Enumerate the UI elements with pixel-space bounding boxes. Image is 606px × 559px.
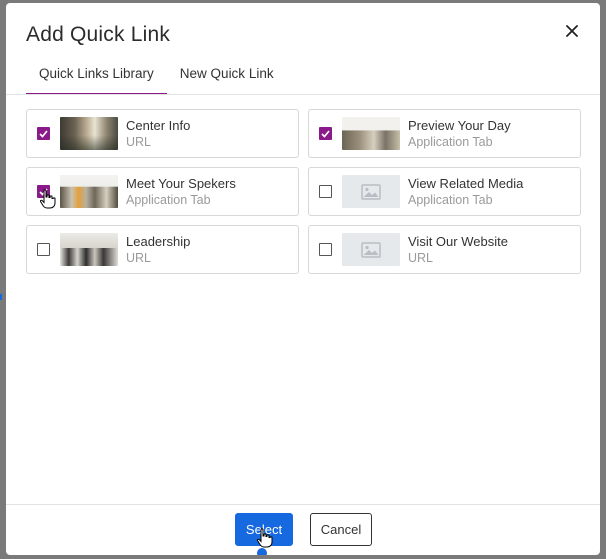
list-item-preview-your-day[interactable]: Preview Your Day Application Tab [308,109,581,158]
click-indicator [257,548,267,555]
item-text: Center Info URL [126,118,190,150]
item-subtitle: Application Tab [126,192,211,207]
list-item-meet-your-spekers[interactable]: Meet Your Spekers Application Tab [26,167,299,216]
thumbnail-placeholder [342,175,400,208]
item-text: View Related Media Application Tab [408,176,523,208]
checkbox-meet-your-spekers[interactable] [37,185,50,198]
checkbox-view-related-media[interactable] [319,185,332,198]
item-text: Meet Your Spekers Application Tab [126,176,236,208]
checkmark-icon [39,129,48,138]
item-subtitle: Application Tab [408,192,493,207]
item-subtitle: URL [126,134,152,149]
thumbnail-image [60,233,118,266]
quick-links-grid: Center Info URL Preview Your Day Applica… [26,109,582,274]
item-title: Leadership [126,233,191,249]
list-item-leadership[interactable]: Leadership URL [26,225,299,274]
checkmark-icon [321,129,330,138]
add-quick-link-dialog: Add Quick Link Quick Links Library New Q… [6,3,600,555]
thumbnail-image [60,175,118,208]
cancel-button[interactable]: Cancel [310,513,372,546]
checkbox-leadership[interactable] [37,243,50,256]
page-edge-marker [0,294,2,300]
select-button[interactable]: Select [235,513,293,546]
checkbox-preview-your-day[interactable] [319,127,332,140]
tabs-divider [6,94,600,95]
item-title: Preview Your Day [408,117,511,133]
list-item-center-info[interactable]: Center Info URL [26,109,299,158]
image-placeholder-icon [361,183,381,200]
item-text: Preview Your Day Application Tab [408,118,511,150]
thumbnail-placeholder [342,233,400,266]
footer-divider [6,504,600,505]
list-item-view-related-media[interactable]: View Related Media Application Tab [308,167,581,216]
checkbox-center-info[interactable] [37,127,50,140]
item-title: Visit Our Website [408,233,508,249]
image-placeholder-icon [361,241,381,258]
close-button[interactable] [562,21,582,41]
item-subtitle: Application Tab [408,134,493,149]
item-title: View Related Media [408,175,524,191]
tab-quick-links-library[interactable]: Quick Links Library [26,60,167,95]
item-text: Visit Our Website URL [408,234,508,266]
checkbox-visit-our-website[interactable] [319,243,332,256]
list-item-visit-our-website[interactable]: Visit Our Website URL [308,225,581,274]
tab-new-quick-link[interactable]: New Quick Link [167,60,287,88]
checkmark-icon [39,187,48,196]
tab-bar: Quick Links Library New Quick Link [26,60,600,95]
thumbnail-image [60,117,118,150]
item-title: Center Info [126,117,191,133]
close-icon [566,25,578,37]
item-subtitle: URL [126,250,152,265]
item-text: Leadership URL [126,234,190,266]
thumbnail-image [342,117,400,150]
item-subtitle: URL [408,250,434,265]
dialog-title: Add Quick Link [26,23,171,46]
item-title: Meet Your Spekers [126,175,236,191]
